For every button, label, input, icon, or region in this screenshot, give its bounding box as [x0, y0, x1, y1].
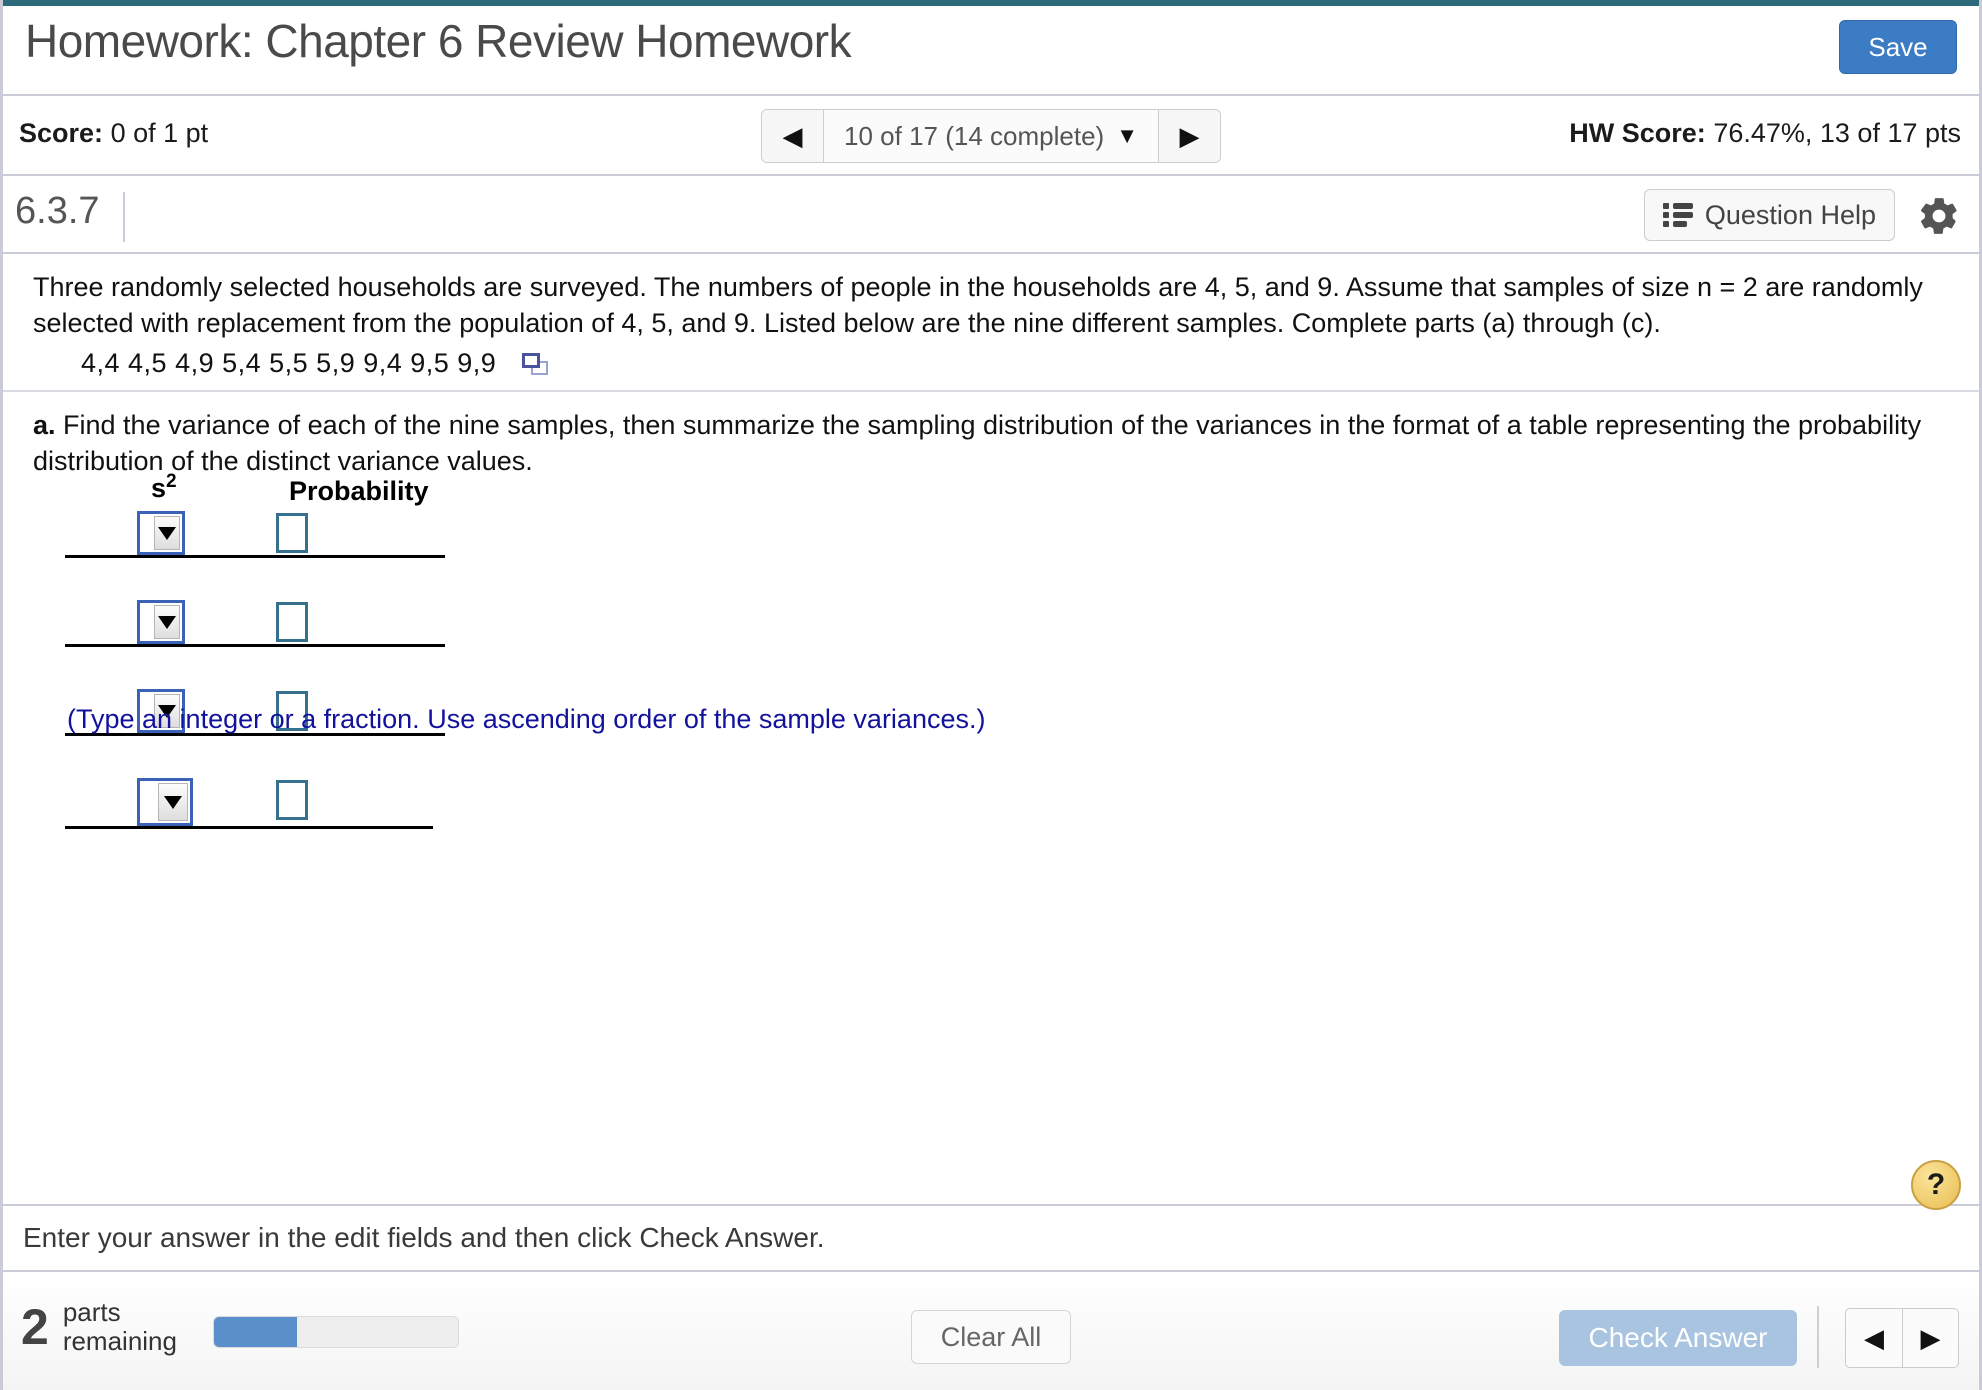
answer-format-hint: (Type an integer or a fraction. Use asce…: [67, 704, 986, 734]
score-display: Score: 0 of 1 pt: [19, 118, 208, 149]
score-label: Score:: [19, 118, 104, 148]
parts-remaining: 2 parts remaining: [21, 1297, 177, 1357]
question-number: 6.3.7: [15, 190, 100, 232]
question-navigator: ◀ 10 of 17 (14 complete) ▼ ▶: [761, 109, 1221, 163]
help-circle-icon[interactable]: ?: [1911, 1160, 1961, 1210]
parts-remaining-count: 2: [21, 1299, 49, 1356]
question-prompt: Three randomly selected households are s…: [33, 272, 1923, 338]
instruction-bar: Enter your answer in the edit fields and…: [3, 1160, 1979, 1272]
part-a-letter: a.: [33, 410, 56, 440]
check-answer-button[interactable]: Check Answer: [1559, 1310, 1797, 1366]
previous-part-button[interactable]: ◀: [1846, 1309, 1902, 1367]
bottom-toolbar: 2 parts remaining Clear All Check Answer…: [3, 1272, 1979, 1390]
popup-window-icon[interactable]: [522, 352, 549, 375]
part-a-prompt: a. Find the variance of each of the nine…: [33, 408, 1953, 480]
homework-score-display: HW Score: 76.47%, 13 of 17 pts: [1569, 118, 1961, 149]
sample-list: 4,4 4,5 4,9 5,4 5,5 5,9 9,4 9,5 9,9: [81, 348, 549, 379]
question-help-button[interactable]: Question Help: [1643, 189, 1895, 241]
chevron-down-icon: [158, 783, 188, 821]
hw-score-label: HW Score:: [1569, 118, 1706, 148]
progress-bar: [213, 1316, 459, 1348]
remaining-word: remaining: [62, 1326, 177, 1357]
next-part-button[interactable]: ▶: [1902, 1309, 1958, 1367]
sample-values: 4,4 4,5 4,9 5,4 5,5 5,9 9,4 9,5 9,9: [81, 348, 497, 378]
question-position-label: 10 of 17 (14 complete): [844, 120, 1105, 151]
save-button[interactable]: Save: [1839, 20, 1957, 74]
part-a-text: Find the variance of each of the nine sa…: [33, 410, 1922, 476]
table-row: [65, 603, 585, 829]
chevron-down-icon: ▼: [1116, 123, 1138, 148]
table-row: [65, 471, 585, 558]
previous-question-button[interactable]: ◀: [762, 110, 825, 162]
page-header: Homework: Chapter 6 Review Homework Save: [3, 6, 1979, 96]
list-icon: [1662, 202, 1693, 228]
parts-remaining-label: parts remaining: [62, 1297, 177, 1357]
gear-icon[interactable]: [1917, 194, 1961, 238]
divider: [3, 390, 1979, 392]
divider: [1817, 1306, 1819, 1368]
s2-dropdown-row-4[interactable]: [137, 778, 193, 826]
parts-word: parts: [62, 1297, 121, 1327]
hw-score-value: 76.47%, 13 of 17 pts: [1713, 118, 1961, 148]
instruction-text: Enter your answer in the edit fields and…: [23, 1222, 825, 1253]
question-help-label: Question Help: [1704, 199, 1876, 230]
score-bar: Score: 0 of 1 pt ◀ 10 of 17 (14 complete…: [3, 98, 1979, 176]
table-row: [65, 559, 585, 736]
part-navigator: ◀ ▶: [1845, 1308, 1959, 1368]
question-id-bar: 6.3.7 Question Help: [3, 178, 1979, 254]
variance-distribution-table: s2 Probability: [65, 471, 585, 829]
progress-bar-fill: [214, 1317, 297, 1347]
row-rule: [65, 826, 433, 829]
page-title: Homework: Chapter 6 Review Homework: [25, 15, 852, 67]
next-question-button[interactable]: ▶: [1157, 110, 1220, 162]
probability-input-row-4[interactable]: [276, 780, 308, 820]
clear-all-button[interactable]: Clear All: [911, 1310, 1071, 1364]
assignment-page: Homework: Chapter 6 Review Homework Save…: [0, 0, 1982, 1390]
score-value: 0 of 1 pt: [110, 118, 209, 148]
divider: [123, 192, 125, 242]
question-selector[interactable]: 10 of 17 (14 complete) ▼: [824, 110, 1158, 162]
table-row: [65, 515, 585, 647]
question-body: Three randomly selected households are s…: [3, 256, 1979, 1204]
